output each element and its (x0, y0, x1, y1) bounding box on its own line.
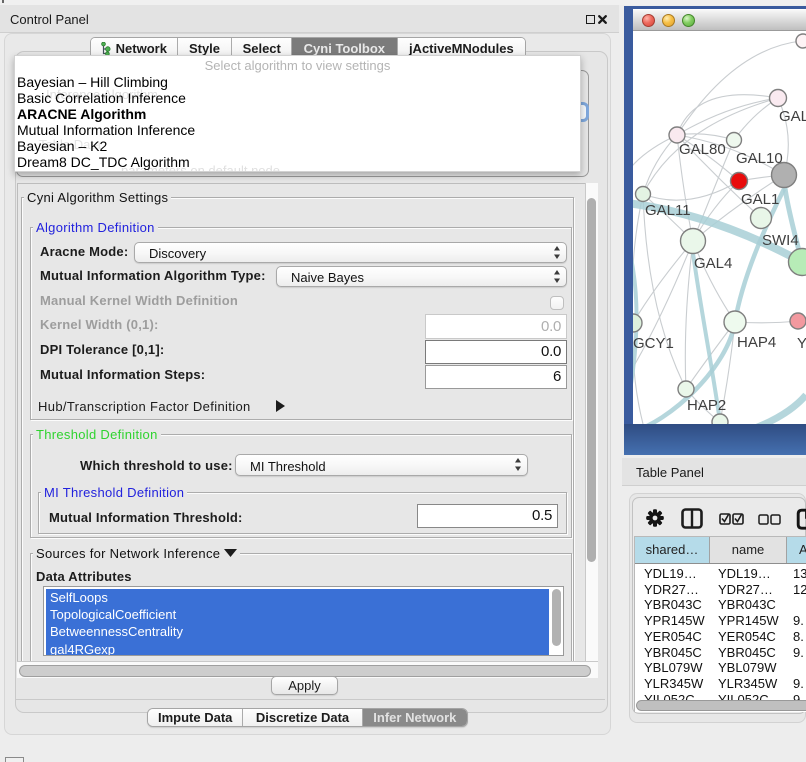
svg-text:GAL80: GAL80 (679, 141, 726, 158)
svg-text:GAL10: GAL10 (736, 150, 783, 167)
svg-text:GAL1: GAL1 (741, 191, 779, 208)
svg-text:GAL: GAL (779, 108, 806, 125)
svg-text:HAP4: HAP4 (737, 334, 776, 351)
svg-text:GAL11: GAL11 (645, 202, 691, 219)
svg-text:HAP2: HAP2 (687, 397, 726, 414)
svg-text:Y: Y (797, 335, 806, 352)
svg-text:SWI4: SWI4 (762, 232, 799, 249)
svg-text:GCY1: GCY1 (633, 335, 674, 352)
svg-text:GAL4: GAL4 (694, 255, 732, 272)
